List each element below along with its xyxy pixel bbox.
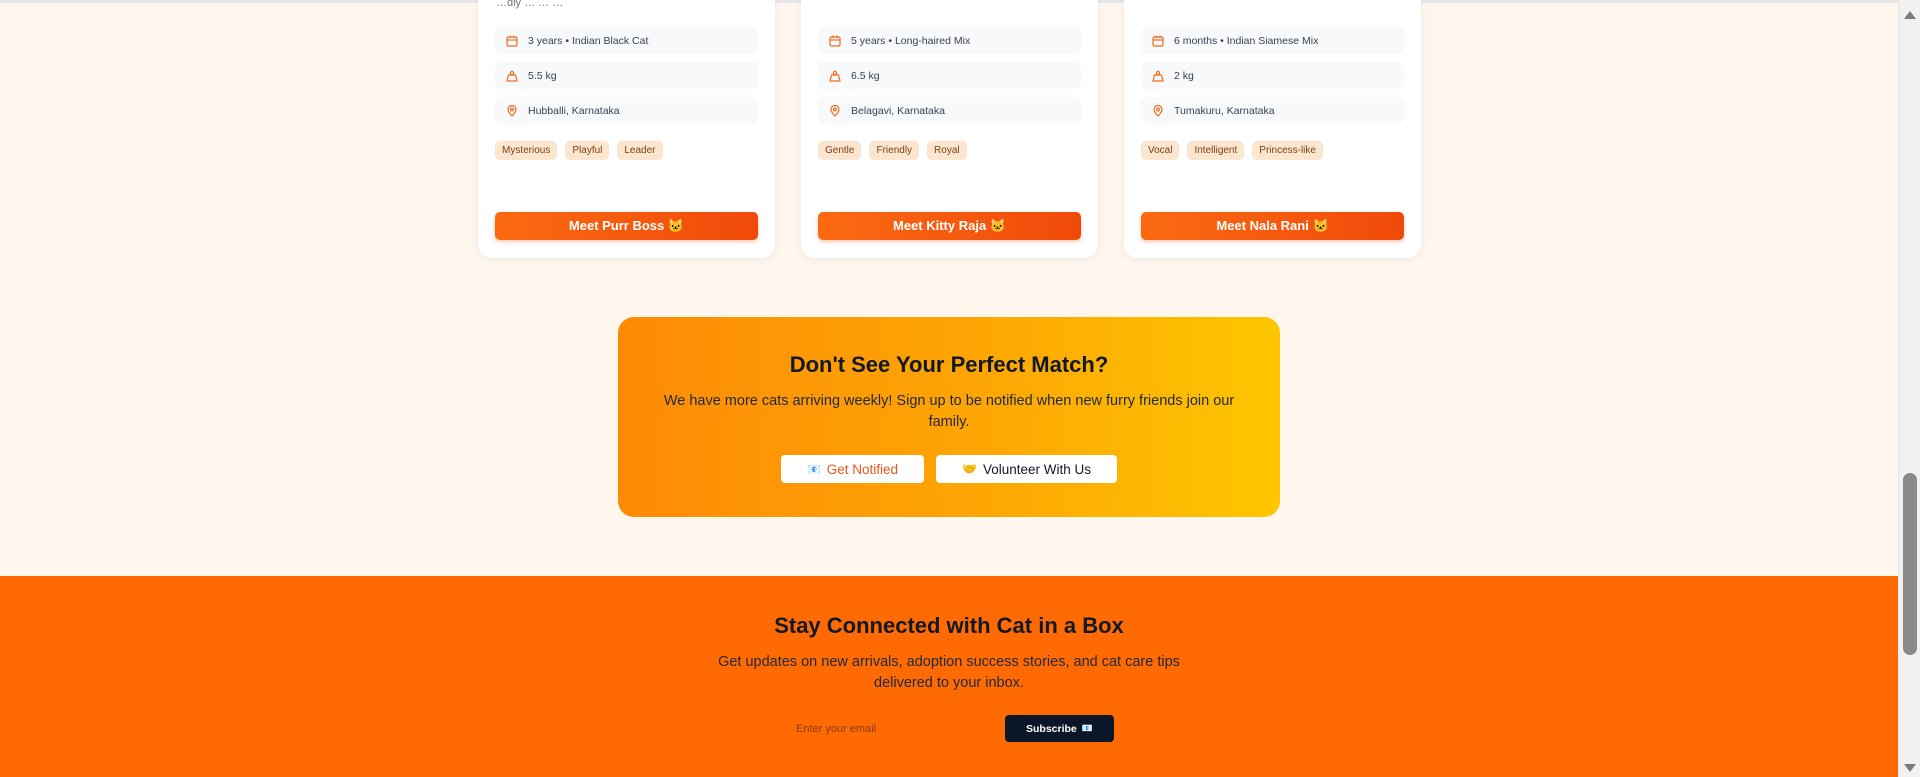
- location-row: Hubballi, Karnataka: [495, 97, 758, 124]
- trait-tag: Intelligent: [1187, 141, 1245, 160]
- subscribe-label: Subscribe: [1026, 722, 1077, 735]
- weight-icon: [828, 69, 842, 83]
- vertical-scrollbar[interactable]: [1898, 0, 1920, 777]
- newsletter-section: Stay Connected with Cat in a Box Get upd…: [0, 576, 1898, 777]
- trait-tag: Mysterious: [495, 141, 558, 160]
- map-pin-icon: [505, 104, 519, 118]
- handshake-icon: 🤝: [962, 462, 977, 476]
- cat-card: 5 years • Long-haired Mix 6.5 kg Belagav…: [801, 0, 1098, 258]
- trait-tag: Royal: [927, 141, 967, 160]
- calendar-icon: [505, 34, 519, 48]
- cat-card: …dly … … … 3 years • Indian Black Cat 5.…: [478, 0, 775, 258]
- cta-buttons: 📧 Get Notified 🤝 Volunteer With Us: [618, 455, 1280, 483]
- weight-text: 6.5 kg: [851, 69, 880, 82]
- subscribe-button[interactable]: Subscribe 📧: [1005, 715, 1114, 742]
- meet-cat-button[interactable]: Meet Nala Rani 🐱: [1141, 212, 1404, 240]
- age-breed-text: 6 months • Indian Siamese Mix: [1174, 34, 1319, 47]
- map-pin-icon: [1151, 104, 1165, 118]
- meet-cat-button[interactable]: Meet Kitty Raja 🐱: [818, 212, 1081, 240]
- location-text: Tumakuru, Karnataka: [1174, 104, 1275, 117]
- scroll-up-arrow-icon[interactable]: [1904, 11, 1916, 19]
- scroll-down-arrow-icon[interactable]: [1904, 764, 1916, 772]
- scrollbar-thumb[interactable]: [1903, 473, 1917, 655]
- calendar-icon: [828, 34, 842, 48]
- age-breed-row: 6 months • Indian Siamese Mix: [1141, 27, 1404, 54]
- location-text: Hubballi, Karnataka: [528, 104, 620, 117]
- weight-text: 5.5 kg: [528, 69, 557, 82]
- trait-tags: Mysterious Playful Leader: [495, 141, 663, 160]
- volunteer-button[interactable]: 🤝 Volunteer With Us: [936, 455, 1117, 483]
- page: …dly … … … 3 years • Indian Black Cat 5.…: [0, 0, 1898, 777]
- location-row: Belagavi, Karnataka: [818, 97, 1081, 124]
- newsletter-text: Get updates on new arrivals, adoption su…: [718, 654, 1180, 691]
- trait-tags: Vocal Intelligent Princess-like: [1141, 141, 1323, 160]
- age-breed-row: 5 years • Long-haired Mix: [818, 27, 1081, 54]
- volunteer-label: Volunteer With Us: [982, 461, 1091, 477]
- weight-text: 2 kg: [1174, 69, 1194, 82]
- card-description: …dly … … …: [496, 0, 564, 9]
- age-breed-text: 3 years • Indian Black Cat: [528, 34, 649, 47]
- weight-row: 6.5 kg: [818, 62, 1081, 89]
- trait-tag: Gentle: [818, 141, 862, 160]
- weight-icon: [1151, 69, 1165, 83]
- trait-tags: Gentle Friendly Royal: [818, 141, 967, 160]
- newsletter-title: Stay Connected with Cat in a Box: [774, 613, 1124, 638]
- trait-tag: Friendly: [869, 141, 920, 160]
- cat-card: 6 months • Indian Siamese Mix 2 kg Tumak…: [1124, 0, 1421, 258]
- age-breed-text: 5 years • Long-haired Mix: [851, 34, 971, 47]
- trait-tag: Princess-like: [1252, 141, 1323, 160]
- trait-tag: Vocal: [1141, 141, 1180, 160]
- cta-text: We have more cats arriving weekly! Sign …: [663, 393, 1235, 430]
- map-pin-icon: [828, 104, 842, 118]
- calendar-icon: [1151, 34, 1165, 48]
- email-input[interactable]: [786, 715, 996, 743]
- location-text: Belagavi, Karnataka: [851, 104, 945, 117]
- envelope-icon: 📧: [807, 463, 821, 476]
- weight-icon: [505, 69, 519, 83]
- trait-tag: Leader: [617, 141, 663, 160]
- weight-row: 5.5 kg: [495, 62, 758, 89]
- meet-cat-button[interactable]: Meet Purr Boss 🐱: [495, 212, 758, 240]
- cat-cards: …dly … … … 3 years • Indian Black Cat 5.…: [478, 0, 1422, 258]
- weight-row: 2 kg: [1141, 62, 1404, 89]
- cta-title: Don't See Your Perfect Match?: [789, 352, 1109, 377]
- trait-tag: Playful: [565, 141, 610, 160]
- get-notified-label: Get Notified: [826, 461, 898, 477]
- subscribe-form: Subscribe 📧: [786, 715, 1116, 743]
- envelope-icon: 📧: [1081, 723, 1093, 733]
- age-breed-row: 3 years • Indian Black Cat: [495, 27, 758, 54]
- location-row: Tumakuru, Karnataka: [1141, 97, 1404, 124]
- get-notified-button[interactable]: 📧 Get Notified: [781, 455, 924, 483]
- perfect-match-cta: Don't See Your Perfect Match? We have mo…: [618, 317, 1280, 517]
